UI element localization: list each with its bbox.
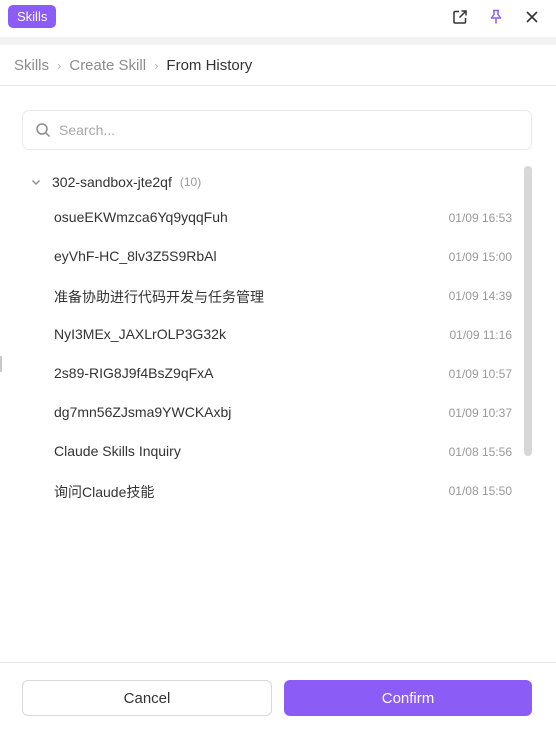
list-item-time: 01/09 10:37 xyxy=(448,406,512,420)
resize-handle[interactable] xyxy=(0,356,2,372)
breadcrumb: Skills › Create Skill › From History xyxy=(14,54,252,76)
skills-badge: Skills xyxy=(8,5,57,28)
history-list: osueEKWmzca6Yq9yqqFuh 01/09 16:53 eyVhF-… xyxy=(0,200,520,512)
skills-window: Skills Skills › Create Skill › From Hist… xyxy=(0,0,556,756)
list-item-time: 01/09 14:39 xyxy=(448,289,512,303)
chevron-down-icon xyxy=(32,180,40,185)
list-item[interactable]: 2s89-RIG8J9f4BsZ9qFxA 01/09 10:57 xyxy=(0,356,520,395)
open-external-icon[interactable] xyxy=(450,7,470,27)
list-item[interactable]: eyVhF-HC_8lv3Z5S9RbAl 01/09 15:00 xyxy=(0,239,520,278)
chevron-right-icon: › xyxy=(154,57,159,73)
chevron-right-icon: › xyxy=(57,57,62,73)
search-input[interactable] xyxy=(59,122,499,138)
list-item-time: 01/09 16:53 xyxy=(448,211,512,225)
list-item-title: 询问Claude技能 xyxy=(54,484,155,500)
list-item-time: 01/09 11:16 xyxy=(449,328,512,342)
breadcrumb-create-skill[interactable]: Create Skill xyxy=(69,57,146,74)
list-item-title: dg7mn56ZJsma9YWCKAxbj xyxy=(54,404,232,420)
breadcrumb-divider xyxy=(0,85,556,86)
cancel-button[interactable]: Cancel xyxy=(22,680,272,716)
breadcrumb-from-history: From History xyxy=(166,56,253,74)
list-item[interactable]: Claude Skills Inquiry 01/08 15:56 xyxy=(0,434,520,473)
list-item-time: 01/09 15:00 xyxy=(448,250,512,264)
list-item-title: osueEKWmzca6Yq9yqqFuh xyxy=(54,209,228,225)
list-item[interactable]: dg7mn56ZJsma9YWCKAxbj 01/09 10:37 xyxy=(0,395,520,434)
list-item-title: 准备协助进行代码开发与任务管理 xyxy=(54,289,264,305)
footer-divider xyxy=(0,662,556,663)
group-count: (10) xyxy=(179,175,202,189)
list-item-title: eyVhF-HC_8lv3Z5S9RbAl xyxy=(54,248,217,264)
close-icon[interactable] xyxy=(522,7,542,27)
titlebar-divider xyxy=(0,37,556,45)
list-item-time: 01/08 15:50 xyxy=(448,484,512,498)
confirm-button[interactable]: Confirm xyxy=(284,680,532,716)
list-item[interactable]: 准备协助进行代码开发与任务管理 01/09 14:39 xyxy=(0,278,520,317)
pin-icon[interactable] xyxy=(486,7,506,27)
breadcrumb-skills[interactable]: Skills xyxy=(14,57,49,74)
search-icon xyxy=(36,123,51,138)
search-box[interactable] xyxy=(22,110,532,150)
session-group-header[interactable]: 302-sandbox-jte2qf (10) xyxy=(30,172,201,192)
list-item-title: NyI3MEx_JAXLrOLP3G32k xyxy=(54,326,226,342)
list-scrollbar[interactable] xyxy=(524,166,532,456)
list-item[interactable]: osueEKWmzca6Yq9yqqFuh 01/09 16:53 xyxy=(0,200,520,239)
title-bar: Skills xyxy=(0,0,556,36)
list-item[interactable]: 询问Claude技能 01/08 15:50 xyxy=(0,473,520,512)
list-item[interactable]: NyI3MEx_JAXLrOLP3G32k 01/09 11:16 xyxy=(0,317,520,356)
group-name: 302-sandbox-jte2qf xyxy=(52,174,172,190)
list-item-title: Claude Skills Inquiry xyxy=(54,443,181,459)
list-item-time: 01/09 10:57 xyxy=(448,367,512,381)
list-item-time: 01/08 15:56 xyxy=(448,445,512,459)
list-item-title: 2s89-RIG8J9f4BsZ9qFxA xyxy=(54,365,214,381)
